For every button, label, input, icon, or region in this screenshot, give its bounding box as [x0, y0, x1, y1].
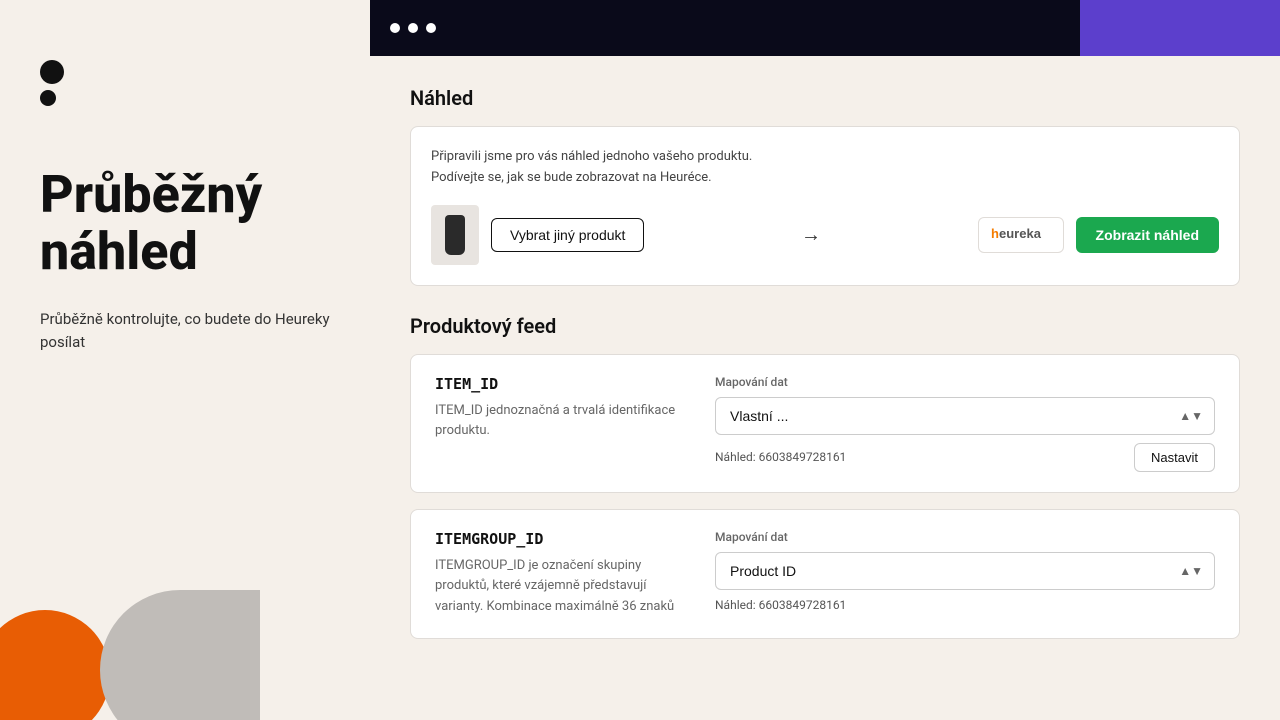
- feed-item-desc-1: ITEMGROUP_ID je označení skupiny produkt…: [435, 556, 695, 618]
- main-area: Náhled Připravili jsme pro vás náhled je…: [370, 0, 1280, 720]
- feed-item-left-0: ITEM_ID ITEM_ID jednoznačná a trvalá ide…: [435, 375, 695, 443]
- arrow-icon: →: [656, 222, 965, 247]
- mapping-label-1: Mapování dat: [715, 530, 1215, 544]
- topbar-dot-1: [390, 23, 400, 33]
- select-product-button[interactable]: Vybrat jiný produkt: [491, 218, 644, 252]
- mapping-select-1[interactable]: Product ID: [715, 552, 1215, 590]
- heureka-logo-text: h eureka: [991, 224, 1051, 246]
- sidebar-title: Průběžný náhled: [40, 166, 330, 280]
- product-figure: [445, 215, 465, 255]
- gray-shape: [100, 590, 260, 720]
- mapping-preview-0: Náhled: 6603849728161 Nastavit: [715, 443, 1215, 472]
- feed-item-key-0: ITEM_ID: [435, 375, 695, 393]
- preview-info-line1: Připravili jsme pro vás náhled jednoho v…: [431, 149, 752, 164]
- sidebar: Průběžný náhled Průběžně kontrolujte, co…: [0, 0, 370, 720]
- nastavit-button-0[interactable]: Nastavit: [1134, 443, 1215, 472]
- preview-card: Připravili jsme pro vás náhled jednoho v…: [410, 126, 1240, 286]
- feed-item-key-1: ITEMGROUP_ID: [435, 530, 695, 548]
- svg-text:h: h: [991, 226, 999, 241]
- preview-info-text: Připravili jsme pro vás náhled jednoho v…: [431, 147, 1219, 189]
- top-bar: [370, 0, 1280, 56]
- mapping-preview-1: Náhled: 6603849728161: [715, 598, 1215, 612]
- feed-item-card-0: ITEM_ID ITEM_ID jednoznačná a trvalá ide…: [410, 354, 1240, 493]
- topbar-accent: [1080, 0, 1280, 56]
- topbar-dot-2: [408, 23, 418, 33]
- show-preview-button[interactable]: Zobrazit náhled: [1076, 217, 1219, 253]
- mapping-select-0[interactable]: Vlastní ...: [715, 397, 1215, 435]
- preview-info-line2: Podívejte se, jak se bude zobrazovat na …: [431, 170, 712, 185]
- logo-dot-1: [40, 60, 64, 84]
- feed-item-right-1: Mapování dat Product ID ▲▼ Náhled: 66038…: [715, 530, 1215, 612]
- feed-item-left-1: ITEMGROUP_ID ITEMGROUP_ID je označení sk…: [435, 530, 695, 618]
- logo-dot-2: [40, 90, 56, 106]
- mapping-preview-text-1: Náhled: 6603849728161: [715, 598, 846, 612]
- preview-section-title: Náhled: [410, 86, 1240, 110]
- heureka-logo-box: h eureka: [978, 217, 1064, 253]
- orange-shape: [0, 610, 110, 720]
- mapping-preview-text-0: Náhled: 6603849728161: [715, 450, 846, 464]
- mapping-select-wrapper-1: Product ID ▲▼: [715, 552, 1215, 590]
- svg-text:eureka: eureka: [999, 226, 1042, 241]
- feed-section-title: Produktový feed: [410, 314, 1240, 338]
- product-thumbnail: [431, 205, 479, 265]
- sidebar-logo: [40, 60, 330, 106]
- mapping-select-wrapper-0: Vlastní ... ▲▼: [715, 397, 1215, 435]
- topbar-dot-3: [426, 23, 436, 33]
- mapping-label-0: Mapování dat: [715, 375, 1215, 389]
- sidebar-description: Průběžně kontrolujte, co budete do Heure…: [40, 308, 330, 353]
- feed-item-desc-0: ITEM_ID jednoznačná a trvalá identifikac…: [435, 401, 695, 443]
- content-area: Náhled Připravili jsme pro vás náhled je…: [370, 56, 1280, 720]
- feed-item-card-1: ITEMGROUP_ID ITEMGROUP_ID je označení sk…: [410, 509, 1240, 639]
- preview-actions: Vybrat jiný produkt → h eureka Zobrazit …: [431, 205, 1219, 265]
- feed-items-container: ITEM_ID ITEM_ID jednoznačná a trvalá ide…: [410, 354, 1240, 639]
- feed-item-right-0: Mapování dat Vlastní ... ▲▼ Náhled: 6603…: [715, 375, 1215, 472]
